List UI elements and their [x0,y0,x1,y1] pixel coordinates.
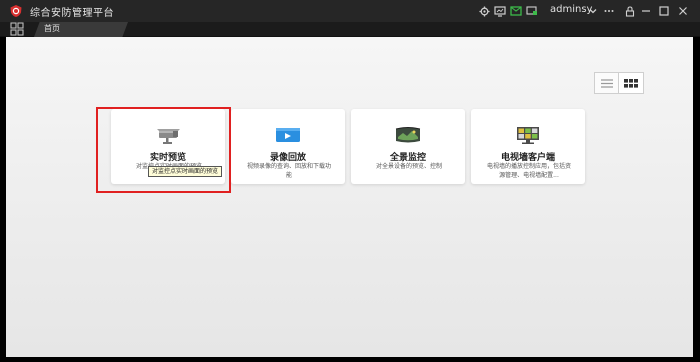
settings-icon[interactable] [476,3,492,19]
app-logo-icon [10,5,22,17]
message-icon[interactable] [508,3,524,19]
card-panorama-desc: 对全景设备的预览、控制 [375,163,442,170]
screen-status-icon[interactable] [524,3,540,19]
minimize-icon[interactable] [638,3,654,19]
app-title: 综合安防管理平台 [30,8,114,19]
app-window: 综合安防管理平台 adminsy 首页 实时预览 录像回放 视频录像的查询、回放… [0,0,700,362]
selection-highlight [96,107,231,193]
more-icon[interactable] [601,3,617,19]
close-icon[interactable] [675,3,691,19]
monitor-icon[interactable] [492,3,508,19]
tv-wall-icon [517,127,539,144]
playback-icon [276,128,300,142]
tab-bar: 首页 [0,22,700,37]
grid-view-icon [624,78,638,88]
list-view-icon [600,78,613,88]
tab-home[interactable]: 首页 [34,22,128,37]
main-content: 实时预览 对监控点实时画面的预览 录像回放 视频录像的查询、回放和下载功能 全景… [6,37,693,357]
view-toggle [594,72,644,94]
card-playback-desc: 视频录像的查询、回放和下载功能 [246,163,331,179]
maximize-icon[interactable] [656,3,672,19]
panorama-icon [395,127,421,143]
lock-icon[interactable] [622,3,638,19]
tooltip: 对监控点实时画面的预览 [148,166,223,177]
tab-home-label: 首页 [44,24,60,33]
app-grid-icon[interactable] [10,22,24,36]
chevron-down-icon[interactable] [585,3,601,19]
list-view-button[interactable] [594,72,619,94]
title-bar: 综合安防管理平台 adminsy [0,0,700,22]
card-panorama[interactable]: 全景监控 对全景设备的预览、控制 [351,109,465,184]
card-tv-wall-client[interactable]: 电视墙客户端 电视墙的播放控制应用，包括资源管理、电视墙配置... [471,109,585,184]
card-playback[interactable]: 录像回放 视频录像的查询、回放和下载功能 [231,109,345,184]
card-tv-wall-client-desc: 电视墙的播放控制应用，包括资源管理、电视墙配置... [486,163,571,179]
grid-view-button[interactable] [619,72,644,94]
